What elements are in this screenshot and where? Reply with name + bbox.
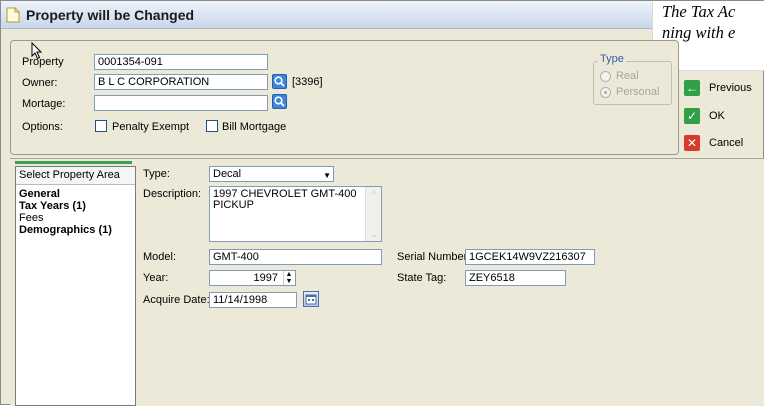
- year-label: Year:: [143, 272, 169, 284]
- cancel-button[interactable]: ✕ Cancel: [684, 134, 743, 152]
- property-window: Property will be Changed The Tax Ac ning…: [0, 0, 764, 406]
- document-icon: [6, 7, 20, 23]
- penalty-exempt-label: Penalty Exempt: [112, 121, 190, 133]
- mortgage-search-button[interactable]: [272, 94, 287, 109]
- description-scrollbar[interactable]: ^ ⌄: [365, 187, 381, 241]
- caption-line-1: The Tax Ac: [662, 2, 736, 21]
- acquire-date-field[interactable]: 11/14/1998: [209, 292, 297, 308]
- type-personal-radio[interactable]: [600, 87, 611, 98]
- cancel-label: Cancel: [709, 137, 744, 149]
- area-accent-bar: [15, 161, 132, 164]
- property-area-list: Select Property Area General Tax Years (…: [15, 166, 136, 406]
- property-field[interactable]: 0001354-091: [94, 54, 268, 70]
- calendar-icon: [305, 294, 317, 305]
- bill-mortgage-label: Bill Mortgage: [222, 121, 287, 133]
- owner-search-button[interactable]: [272, 74, 287, 89]
- type-group-legend: Type: [598, 53, 626, 65]
- area-list-header: Select Property Area: [16, 167, 135, 185]
- close-icon: ✕: [684, 135, 700, 151]
- type-group: [593, 61, 672, 105]
- description-textarea[interactable]: 1997 CHEVROLET GMT-400 PICKUP ^ ⌄: [209, 186, 382, 242]
- year-value: 1997: [253, 272, 278, 284]
- options-label: Options:: [22, 121, 63, 133]
- search-icon: [274, 76, 285, 87]
- area-item-demographics[interactable]: Demographics (1): [16, 224, 135, 236]
- year-spinner[interactable]: ▲ ▼: [283, 271, 294, 285]
- ok-button[interactable]: ✓ OK: [684, 107, 725, 125]
- state-tag-field[interactable]: ZEY6518: [465, 270, 566, 286]
- state-tag-label: State Tag:: [397, 272, 447, 284]
- type-personal-label: Personal: [616, 86, 660, 98]
- area-item-tax-years[interactable]: Tax Years (1): [16, 200, 135, 212]
- property-label: Property: [22, 56, 64, 68]
- window-title: Property will be Changed: [26, 7, 195, 23]
- type-select[interactable]: Decal ▼: [209, 166, 334, 182]
- mortgage-label: Mortage:: [22, 98, 66, 110]
- previous-label: Previous: [709, 82, 752, 94]
- owner-field[interactable]: B L C CORPORATION: [94, 74, 268, 90]
- owner-code: [3396]: [292, 76, 323, 88]
- calendar-button[interactable]: [303, 291, 319, 307]
- checkmark-icon: ✓: [684, 108, 700, 124]
- acquire-date-label: Acquire Date:: [143, 294, 210, 306]
- area-item-fees[interactable]: Fees: [16, 212, 135, 224]
- scroll-up-icon[interactable]: ^: [369, 189, 379, 199]
- bill-mortgage-checkbox[interactable]: [206, 120, 218, 132]
- description-label: Description:: [143, 188, 202, 200]
- description-line-2: PICKUP: [213, 199, 254, 211]
- year-field[interactable]: 1997 ▲ ▼: [209, 270, 296, 286]
- penalty-exempt-checkbox[interactable]: [95, 120, 107, 132]
- arrow-left-icon: ←: [684, 80, 700, 96]
- serial-number-label: Serial Number:: [397, 251, 471, 263]
- type-label: Type:: [143, 168, 170, 180]
- area-item-general[interactable]: General: [16, 188, 135, 200]
- type-real-label: Real: [616, 70, 639, 82]
- model-label: Model:: [143, 251, 177, 263]
- owner-label: Owner:: [22, 77, 58, 89]
- previous-button[interactable]: ← Previous: [684, 79, 752, 97]
- type-select-value: Decal: [213, 168, 242, 180]
- serial-number-field[interactable]: 1GCEK14W9VZ216307: [465, 249, 595, 265]
- mortgage-field[interactable]: [94, 95, 268, 111]
- type-real-radio[interactable]: [600, 71, 611, 82]
- model-field[interactable]: GMT-400: [209, 249, 382, 265]
- chevron-down-icon: ▼: [323, 171, 331, 180]
- ok-label: OK: [709, 110, 725, 122]
- search-icon: [274, 96, 285, 107]
- scroll-down-icon[interactable]: ⌄: [369, 229, 379, 239]
- title-bar: Property will be Changed: [1, 1, 764, 29]
